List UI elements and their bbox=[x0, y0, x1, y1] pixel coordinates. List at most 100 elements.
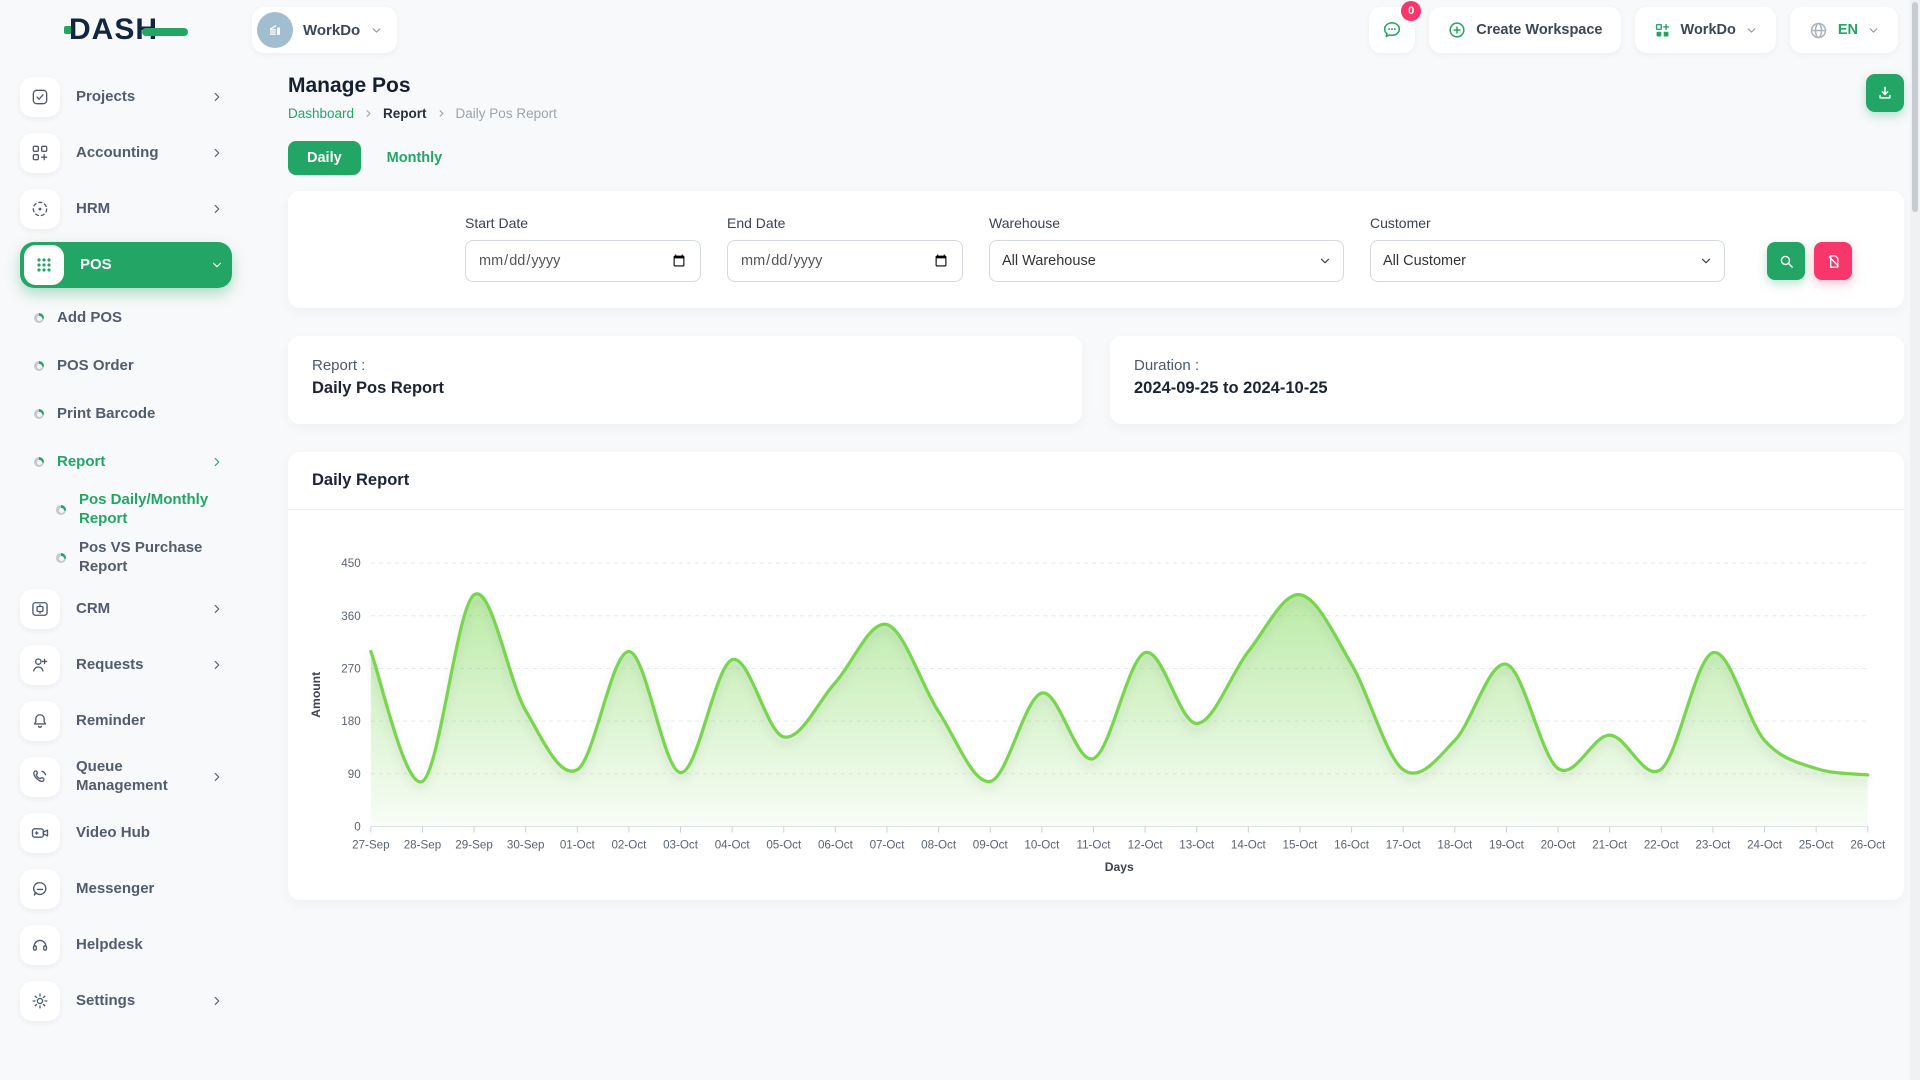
svg-text:0: 0 bbox=[354, 821, 361, 834]
end-date-input[interactable] bbox=[727, 240, 963, 282]
svg-text:29-Sep: 29-Sep bbox=[455, 839, 493, 852]
customer-select[interactable]: All Customer bbox=[1370, 240, 1725, 282]
notifications-button[interactable]: 0 bbox=[1369, 7, 1415, 53]
svg-text:08-Oct: 08-Oct bbox=[921, 839, 957, 852]
bullet-icon bbox=[34, 313, 44, 323]
chevron-right-icon bbox=[363, 108, 374, 119]
sidebar-item-report[interactable]: Report bbox=[20, 442, 232, 482]
breadcrumb-current: Daily Pos Report bbox=[456, 106, 557, 121]
tab-monthly[interactable]: Monthly bbox=[387, 150, 443, 166]
chevron-right-icon bbox=[210, 90, 224, 104]
chevron-down-icon bbox=[1745, 24, 1758, 37]
sidebar-item-accounting[interactable]: Accounting bbox=[20, 130, 232, 176]
end-date-field: End Date bbox=[727, 215, 963, 282]
globe-icon bbox=[1808, 20, 1829, 41]
svg-text:26-Oct: 26-Oct bbox=[1850, 839, 1886, 852]
svg-text:05-Oct: 05-Oct bbox=[766, 839, 802, 852]
sidebar-item-pos-vs-purchase-report[interactable]: Pos VS Purchase Report bbox=[20, 538, 232, 578]
scrollbar-track bbox=[1910, 0, 1920, 1080]
report-mode-tabs: Daily Monthly bbox=[288, 141, 1904, 175]
sidebar-item-reminder[interactable]: Reminder bbox=[20, 698, 232, 744]
start-date-input[interactable] bbox=[465, 240, 701, 282]
chevron-right-icon bbox=[210, 146, 224, 160]
bell-icon bbox=[20, 701, 60, 741]
chevron-right-icon bbox=[210, 202, 224, 216]
duration-summary-card: Duration : 2024-09-25 to 2024-10-25 bbox=[1110, 336, 1904, 424]
language-selector[interactable]: EN bbox=[1790, 7, 1898, 53]
breadcrumb-dashboard[interactable]: Dashboard bbox=[288, 106, 354, 121]
svg-text:03-Oct: 03-Oct bbox=[663, 839, 699, 852]
filter-card: Start Date End Date Warehouse All Wareho… bbox=[288, 191, 1904, 308]
workspace-selector[interactable]: WorkDo bbox=[252, 7, 397, 53]
report-summary-card: Report : Daily Pos Report bbox=[288, 336, 1082, 424]
create-workspace-label: Create Workspace bbox=[1476, 22, 1602, 38]
report-value: Daily Pos Report bbox=[312, 379, 1058, 398]
create-workspace-button[interactable]: Create Workspace bbox=[1429, 7, 1620, 53]
chevron-right-icon bbox=[210, 602, 224, 616]
workspace-building-icon bbox=[257, 12, 293, 48]
phone-call-icon bbox=[20, 757, 60, 797]
sidebar-item-crm[interactable]: CRM bbox=[20, 586, 232, 632]
svg-text:180: 180 bbox=[341, 715, 361, 728]
video-camera-icon bbox=[20, 813, 60, 853]
sidebar-item-add-pos[interactable]: Add POS bbox=[20, 298, 232, 338]
sidebar-item-helpdesk[interactable]: Helpdesk bbox=[20, 922, 232, 968]
warehouse-field: Warehouse All Warehouse bbox=[989, 215, 1344, 282]
sidebar-item-pos-daily-monthly-report[interactable]: Pos Daily/Monthly Report bbox=[20, 490, 232, 530]
sidebar-item-video-hub[interactable]: Video Hub bbox=[20, 810, 232, 856]
sidebar-item-queue-management[interactable]: Queue Management bbox=[20, 754, 232, 800]
sidebar-item-hrm[interactable]: HRM bbox=[20, 186, 232, 232]
search-icon bbox=[1778, 253, 1795, 270]
svg-text:06-Oct: 06-Oct bbox=[818, 839, 854, 852]
main-content: Manage Pos Dashboard Report Daily Pos Re… bbox=[252, 60, 1920, 1080]
bullet-icon bbox=[34, 409, 44, 419]
svg-text:12-Oct: 12-Oct bbox=[1128, 839, 1164, 852]
search-button[interactable] bbox=[1767, 242, 1805, 280]
svg-text:28-Sep: 28-Sep bbox=[404, 839, 442, 852]
hrm-icon bbox=[20, 189, 60, 229]
customer-label: Customer bbox=[1370, 215, 1725, 231]
start-date-field: Start Date bbox=[465, 215, 701, 282]
app-logo[interactable]: DASH bbox=[64, 13, 188, 47]
sidebar: Projects Accounting HRM POS Add POS POS … bbox=[0, 60, 252, 1080]
accounting-icon bbox=[20, 133, 60, 173]
page-title: Manage Pos bbox=[288, 74, 557, 98]
sidebar-item-pos[interactable]: POS bbox=[20, 242, 232, 288]
tab-daily[interactable]: Daily bbox=[288, 141, 361, 175]
chat-bubble-icon bbox=[1381, 19, 1403, 41]
svg-text:270: 270 bbox=[341, 663, 361, 676]
language-label: EN bbox=[1838, 22, 1858, 38]
svg-text:25-Oct: 25-Oct bbox=[1799, 839, 1835, 852]
sidebar-item-requests[interactable]: Requests bbox=[20, 642, 232, 688]
notification-badge: 0 bbox=[1401, 1, 1421, 21]
svg-text:Amount: Amount bbox=[309, 672, 323, 718]
daily-report-card: Daily Report 09018027036045027-Sep28-Sep… bbox=[288, 452, 1904, 900]
chevron-right-icon bbox=[210, 455, 224, 469]
svg-text:27-Sep: 27-Sep bbox=[352, 839, 390, 852]
svg-text:24-Oct: 24-Oct bbox=[1747, 839, 1783, 852]
svg-text:11-Oct: 11-Oct bbox=[1076, 839, 1111, 852]
sidebar-item-print-barcode[interactable]: Print Barcode bbox=[20, 394, 232, 434]
workdo-menu-button[interactable]: WorkDo bbox=[1635, 7, 1776, 53]
svg-text:Days: Days bbox=[1105, 860, 1134, 874]
bullet-icon bbox=[34, 361, 44, 371]
sidebar-item-projects[interactable]: Projects bbox=[20, 74, 232, 120]
reset-filter-button[interactable] bbox=[1814, 242, 1852, 280]
topbar: DASH WorkDo 0 bbox=[0, 0, 1920, 60]
scrollbar-thumb[interactable] bbox=[1912, 2, 1918, 212]
duration-label: Duration : bbox=[1134, 357, 1880, 374]
sidebar-item-settings[interactable]: Settings bbox=[20, 978, 232, 1024]
sidebar-item-pos-order[interactable]: POS Order bbox=[20, 346, 232, 386]
sidebar-item-messenger[interactable]: Messenger bbox=[20, 866, 232, 912]
svg-text:09-Oct: 09-Oct bbox=[973, 839, 1009, 852]
warehouse-select[interactable]: All Warehouse bbox=[989, 240, 1344, 282]
svg-text:450: 450 bbox=[341, 557, 361, 570]
plus-circle-icon bbox=[1447, 20, 1467, 40]
headphones-icon bbox=[20, 925, 60, 965]
breadcrumb-report[interactable]: Report bbox=[383, 106, 427, 121]
download-button[interactable] bbox=[1866, 74, 1904, 112]
report-label: Report : bbox=[312, 357, 1058, 374]
svg-text:13-Oct: 13-Oct bbox=[1179, 839, 1215, 852]
topbar-actions: 0 Create Workspace WorkDo bbox=[1369, 7, 1898, 53]
svg-text:20-Oct: 20-Oct bbox=[1541, 839, 1577, 852]
